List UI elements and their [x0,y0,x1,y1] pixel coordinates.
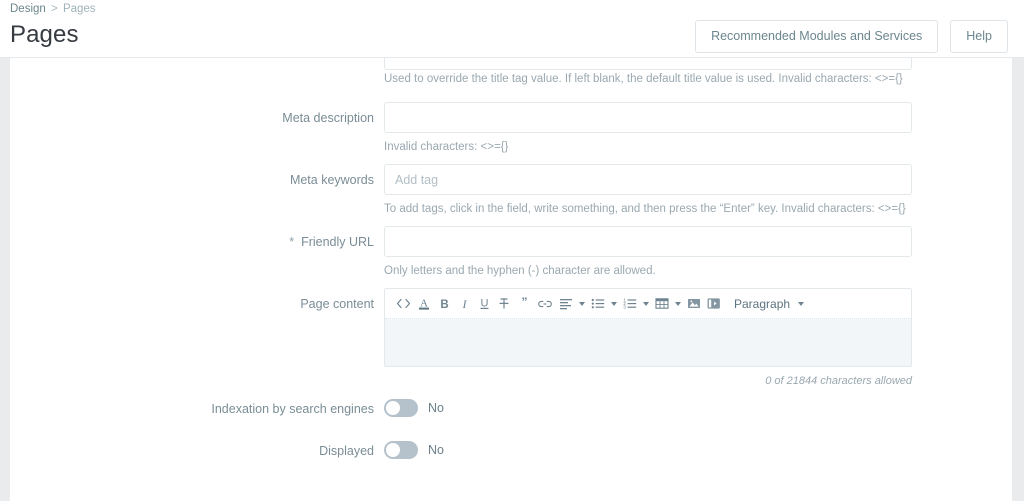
svg-text:”: ” [521,297,527,309]
unordered-list-icon[interactable] [588,292,608,316]
text-color-icon[interactable]: A [414,292,434,316]
underline-icon[interactable]: U [474,292,494,316]
align-dropdown-chevron-down-icon[interactable] [576,292,588,316]
meta-title-input[interactable] [384,58,912,70]
format-block-label: Paragraph [734,296,791,311]
breadcrumb-item-design[interactable]: Design [10,3,46,15]
indexation-label: Indexation by search engines [211,402,374,416]
displayed-label: Displayed [319,444,374,458]
displayed-toggle-wrap: No [384,441,912,459]
ordered-list-icon[interactable]: 123 [620,292,640,316]
page-root: Design > Pages Pages Recommended Modules… [0,0,1024,501]
editor-toolbar: A B I U ” 1 2 3 Paragraph [385,289,911,319]
svg-text:3: 3 [623,305,626,310]
image-icon[interactable] [684,292,704,316]
italic-icon[interactable]: I [454,292,474,316]
indexation-toggle-wrap: No [384,399,912,417]
meta-description-label: Meta description [282,111,374,125]
strikethrough-icon[interactable] [494,292,514,316]
blockquote-icon[interactable]: ” [514,292,534,316]
page-header: Design > Pages Pages Recommended Modules… [0,0,1024,58]
help-button[interactable]: Help [950,20,1008,53]
meta-keywords-hint: To add tags, click in the field, write s… [384,203,906,215]
page-content-character-counter: 0 of 21844 characters allowed [765,375,912,387]
meta-description-input[interactable] [384,102,912,133]
meta-title-hint: Used to override the title tag value. If… [384,73,903,85]
friendly-url-label: * Friendly URL [10,234,374,250]
page-content-editable-area[interactable] [385,319,911,366]
align-icon[interactable] [556,292,576,316]
friendly-url-label-text: Friendly URL [301,235,374,249]
ordered-list-dropdown-chevron-down-icon[interactable] [640,292,652,316]
friendly-url-input[interactable] [384,226,912,257]
displayed-toggle-knob [386,443,400,457]
format-block-dropdown[interactable]: Paragraph [728,292,813,316]
table-dropdown-chevron-down-icon[interactable] [672,292,684,316]
left-gutter [0,58,10,501]
indexation-toggle-state: No [428,401,444,415]
table-icon[interactable] [652,292,672,316]
meta-keywords-input[interactable] [384,164,912,195]
indexation-toggle-knob [386,401,400,415]
displayed-toggle-state: No [428,443,444,457]
form-panel: Used to override the title tag value. If… [10,58,1012,501]
indexation-toggle[interactable] [384,399,418,417]
rich-text-editor: A B I U ” 1 2 3 Paragraph [384,288,912,367]
svg-text:B: B [440,299,448,311]
unordered-list-dropdown-chevron-down-icon[interactable] [608,292,620,316]
format-block-chevron-down-icon[interactable] [795,292,807,316]
svg-text:U: U [480,298,488,310]
breadcrumb-separator-icon: > [51,3,58,15]
right-gutter [1012,58,1024,501]
required-marker-icon: * [289,235,295,249]
friendly-url-hint: Only letters and the hyphen (-) characte… [384,265,656,277]
page-content-label: Page content [300,297,374,311]
breadcrumb: Design > Pages [10,3,96,16]
displayed-toggle[interactable] [384,441,418,459]
link-icon[interactable] [534,292,556,316]
video-icon[interactable] [704,292,724,316]
page-title: Pages [10,21,79,48]
breadcrumb-item-pages[interactable]: Pages [63,3,96,15]
bold-icon[interactable]: B [434,292,454,316]
svg-text:I: I [461,297,467,311]
header-actions: Recommended Modules and Services Help [695,20,1008,53]
meta-keywords-label: Meta keywords [289,173,374,187]
source-code-icon[interactable] [393,292,414,316]
recommended-modules-button[interactable]: Recommended Modules and Services [695,20,939,53]
meta-description-hint: Invalid characters: <>={} [384,141,509,153]
